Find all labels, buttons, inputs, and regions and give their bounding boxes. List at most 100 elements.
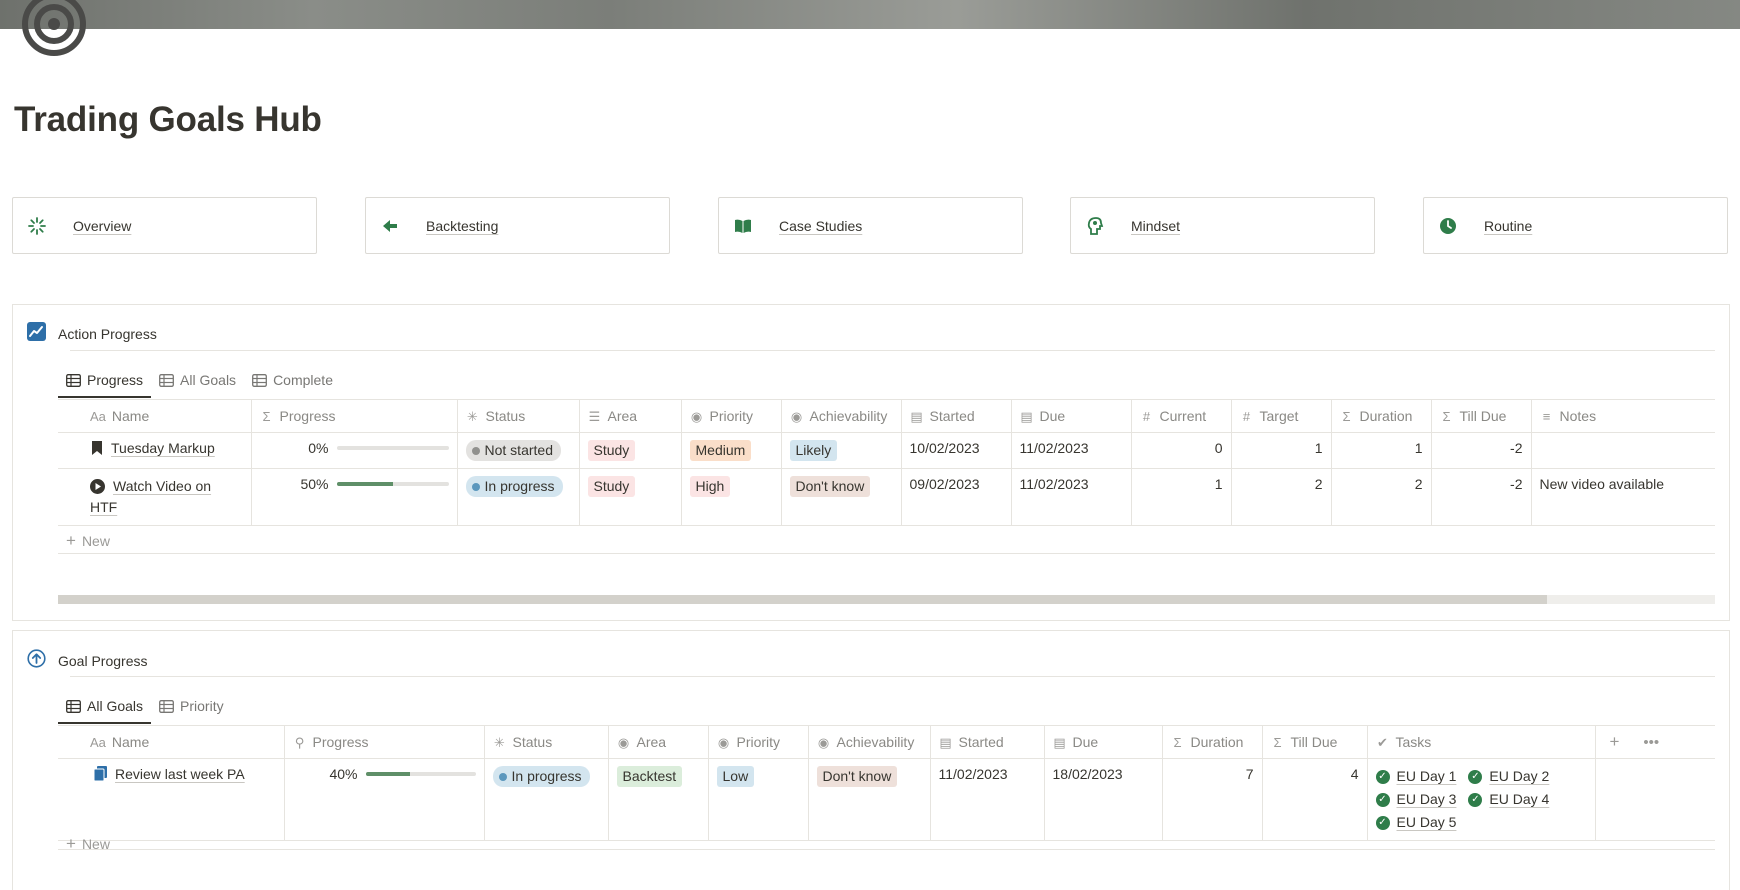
cell-area[interactable]: Backtest xyxy=(608,758,709,841)
cell-notes[interactable]: New video available xyxy=(1531,468,1715,526)
progress-fill xyxy=(336,482,393,486)
cell-till-due: -2 xyxy=(1431,432,1532,469)
table-row[interactable]: Tuesday Markup 0% Not started Study Medi… xyxy=(58,432,1715,469)
column-label: Status xyxy=(512,733,553,750)
cell-current[interactable]: 0 xyxy=(1131,432,1232,469)
task-chip[interactable]: ✓ EU Day 5 xyxy=(1375,812,1456,833)
cell-status[interactable]: In progress xyxy=(457,468,580,526)
divider xyxy=(58,849,1715,850)
horizontal-scrollbar[interactable] xyxy=(58,595,1715,604)
tab-priority[interactable]: Priority xyxy=(151,689,232,723)
column-header-area[interactable]: ◉ Area xyxy=(608,725,709,759)
nav-card-backtesting[interactable]: Backtesting xyxy=(365,197,670,254)
cell-priority[interactable]: Low xyxy=(708,758,809,841)
cell-area[interactable]: Study xyxy=(579,432,682,469)
column-header-duration[interactable]: Σ Duration xyxy=(1331,399,1432,433)
column-header-name[interactable]: Aa Name xyxy=(58,725,285,759)
cell-target[interactable]: 1 xyxy=(1231,432,1332,469)
cell-priority[interactable]: High xyxy=(681,468,782,526)
cell-started[interactable]: 10/02/2023 xyxy=(901,432,1012,469)
task-chip[interactable]: ✓ EU Day 2 xyxy=(1468,766,1549,787)
scrollbar-thumb[interactable] xyxy=(58,595,1547,604)
column-header-current[interactable]: # Current xyxy=(1131,399,1232,433)
column-header-started[interactable]: ▤ Started xyxy=(901,399,1012,433)
cell-name[interactable]: Review last week PA xyxy=(58,758,285,841)
cell-due[interactable]: 11/02/2023 xyxy=(1011,432,1132,469)
cell-status[interactable]: In progress xyxy=(484,758,609,841)
column-header-due[interactable]: ▤ Due xyxy=(1011,399,1132,433)
add-new-row-button[interactable]: + New xyxy=(58,527,110,555)
cell-notes[interactable] xyxy=(1531,432,1715,469)
cell-started[interactable]: 11/02/2023 xyxy=(930,758,1045,841)
select-icon: ◉ xyxy=(817,734,830,750)
add-property-icon[interactable]: + xyxy=(1610,732,1620,751)
task-chip[interactable]: ✓ EU Day 1 xyxy=(1375,766,1456,787)
column-header-till-due[interactable]: Σ Till Due xyxy=(1431,399,1532,433)
achievability-tag: Likely xyxy=(789,440,838,461)
cell-achievability[interactable]: Likely xyxy=(781,432,902,469)
column-header-progress[interactable]: ⚲ Progress xyxy=(284,725,485,759)
tab-all-goals[interactable]: All Goals xyxy=(58,689,152,724)
row-name[interactable]: Watch Video on HTF xyxy=(90,478,211,515)
tab-progress[interactable]: Progress xyxy=(58,363,152,398)
column-header-status[interactable]: ✳ Status xyxy=(484,725,609,759)
cell-target[interactable]: 2 xyxy=(1231,468,1332,526)
cell-area[interactable]: Study xyxy=(579,468,682,526)
select-icon: ◉ xyxy=(617,734,630,750)
column-header-actions: + ••• xyxy=(1595,725,1715,759)
row-name[interactable]: Tuesday Markup xyxy=(111,440,215,456)
panel-header: Action Progress xyxy=(27,322,157,346)
tab-all-goals[interactable]: All Goals xyxy=(151,363,244,397)
cell-priority[interactable]: Medium xyxy=(681,432,782,469)
column-header-till-due[interactable]: Σ Till Due xyxy=(1262,725,1368,759)
cell-started[interactable]: 09/02/2023 xyxy=(901,468,1012,526)
more-options-icon[interactable]: ••• xyxy=(1643,734,1659,751)
formula-icon: Σ xyxy=(1173,735,1182,750)
nav-card-mindset[interactable]: Mindset xyxy=(1070,197,1375,254)
table-row[interactable]: Review last week PA 40% In progress Back… xyxy=(58,758,1715,841)
goal-progress-panel: Goal Progress All Goals Priority Aa Name … xyxy=(12,630,1730,890)
task-chip[interactable]: ✓ EU Day 3 xyxy=(1375,789,1456,810)
cell-current[interactable]: 1 xyxy=(1131,468,1232,526)
cell-duration: 7 xyxy=(1162,758,1263,841)
nav-card-overview[interactable]: Overview xyxy=(12,197,317,254)
achievability-tag: Don't know xyxy=(816,766,898,787)
column-header-duration[interactable]: Σ Duration xyxy=(1162,725,1263,759)
cell-duration: 1 xyxy=(1331,432,1432,469)
cell-tasks[interactable]: ✓ EU Day 1 ✓ EU Day 2 ✓ EU Day 3 ✓ EU Day 4 ✓ E… xyxy=(1367,758,1596,841)
nav-card-case-studies[interactable]: Case Studies xyxy=(718,197,1023,254)
tab-complete[interactable]: Complete xyxy=(244,363,341,397)
task-chip[interactable]: ✓ EU Day 4 xyxy=(1468,789,1549,810)
column-header-progress[interactable]: Σ Progress xyxy=(251,399,458,433)
cell-due[interactable]: 18/02/2023 xyxy=(1044,758,1163,841)
cell-achievability[interactable]: Don't know xyxy=(808,758,931,841)
column-header-due[interactable]: ▤ Due xyxy=(1044,725,1163,759)
column-header-area[interactable]: ☰ Area xyxy=(579,399,682,433)
cell-due[interactable]: 11/02/2023 xyxy=(1011,468,1132,526)
table-header-row: Aa Name Σ Progress ✳ Status ☰ Area ◉ Priority… xyxy=(58,399,1715,433)
row-name[interactable]: Review last week PA xyxy=(115,766,245,782)
cell-name[interactable]: Tuesday Markup xyxy=(58,432,252,469)
column-header-name[interactable]: Aa Name xyxy=(58,399,252,433)
action-progress-table: Aa Name Σ Progress ✳ Status ☰ Area ◉ Priority… xyxy=(58,399,1715,526)
column-header-achievability[interactable]: ◉ Achievability xyxy=(808,725,931,759)
table-row[interactable]: Watch Video on HTF 50% In progress Study… xyxy=(58,468,1715,526)
column-header-notes[interactable]: ≡ Notes xyxy=(1531,399,1715,433)
task-label: EU Day 4 xyxy=(1489,791,1550,807)
column-header-achievability[interactable]: ◉ Achievability xyxy=(781,399,902,433)
column-header-status[interactable]: ✳ Status xyxy=(457,399,580,433)
cell-name[interactable]: Watch Video on HTF xyxy=(58,468,252,526)
cell-status[interactable]: Not started xyxy=(457,432,580,469)
column-header-target[interactable]: # Target xyxy=(1231,399,1332,433)
formula-icon: Σ xyxy=(1442,409,1451,424)
tab-label: Complete xyxy=(273,372,333,388)
column-header-started[interactable]: ▤ Started xyxy=(930,725,1045,759)
nav-card-routine[interactable]: Routine xyxy=(1423,197,1728,254)
status-badge: Not started xyxy=(465,440,561,461)
cell-achievability[interactable]: Don't know xyxy=(781,468,902,526)
column-header-priority[interactable]: ◉ Priority xyxy=(708,725,809,759)
column-header-tasks[interactable]: ✔ Tasks xyxy=(1367,725,1596,759)
column-header-priority[interactable]: ◉ Priority xyxy=(681,399,782,433)
area-tag: Study xyxy=(587,476,636,497)
add-new-row-button[interactable]: + New xyxy=(58,833,110,855)
